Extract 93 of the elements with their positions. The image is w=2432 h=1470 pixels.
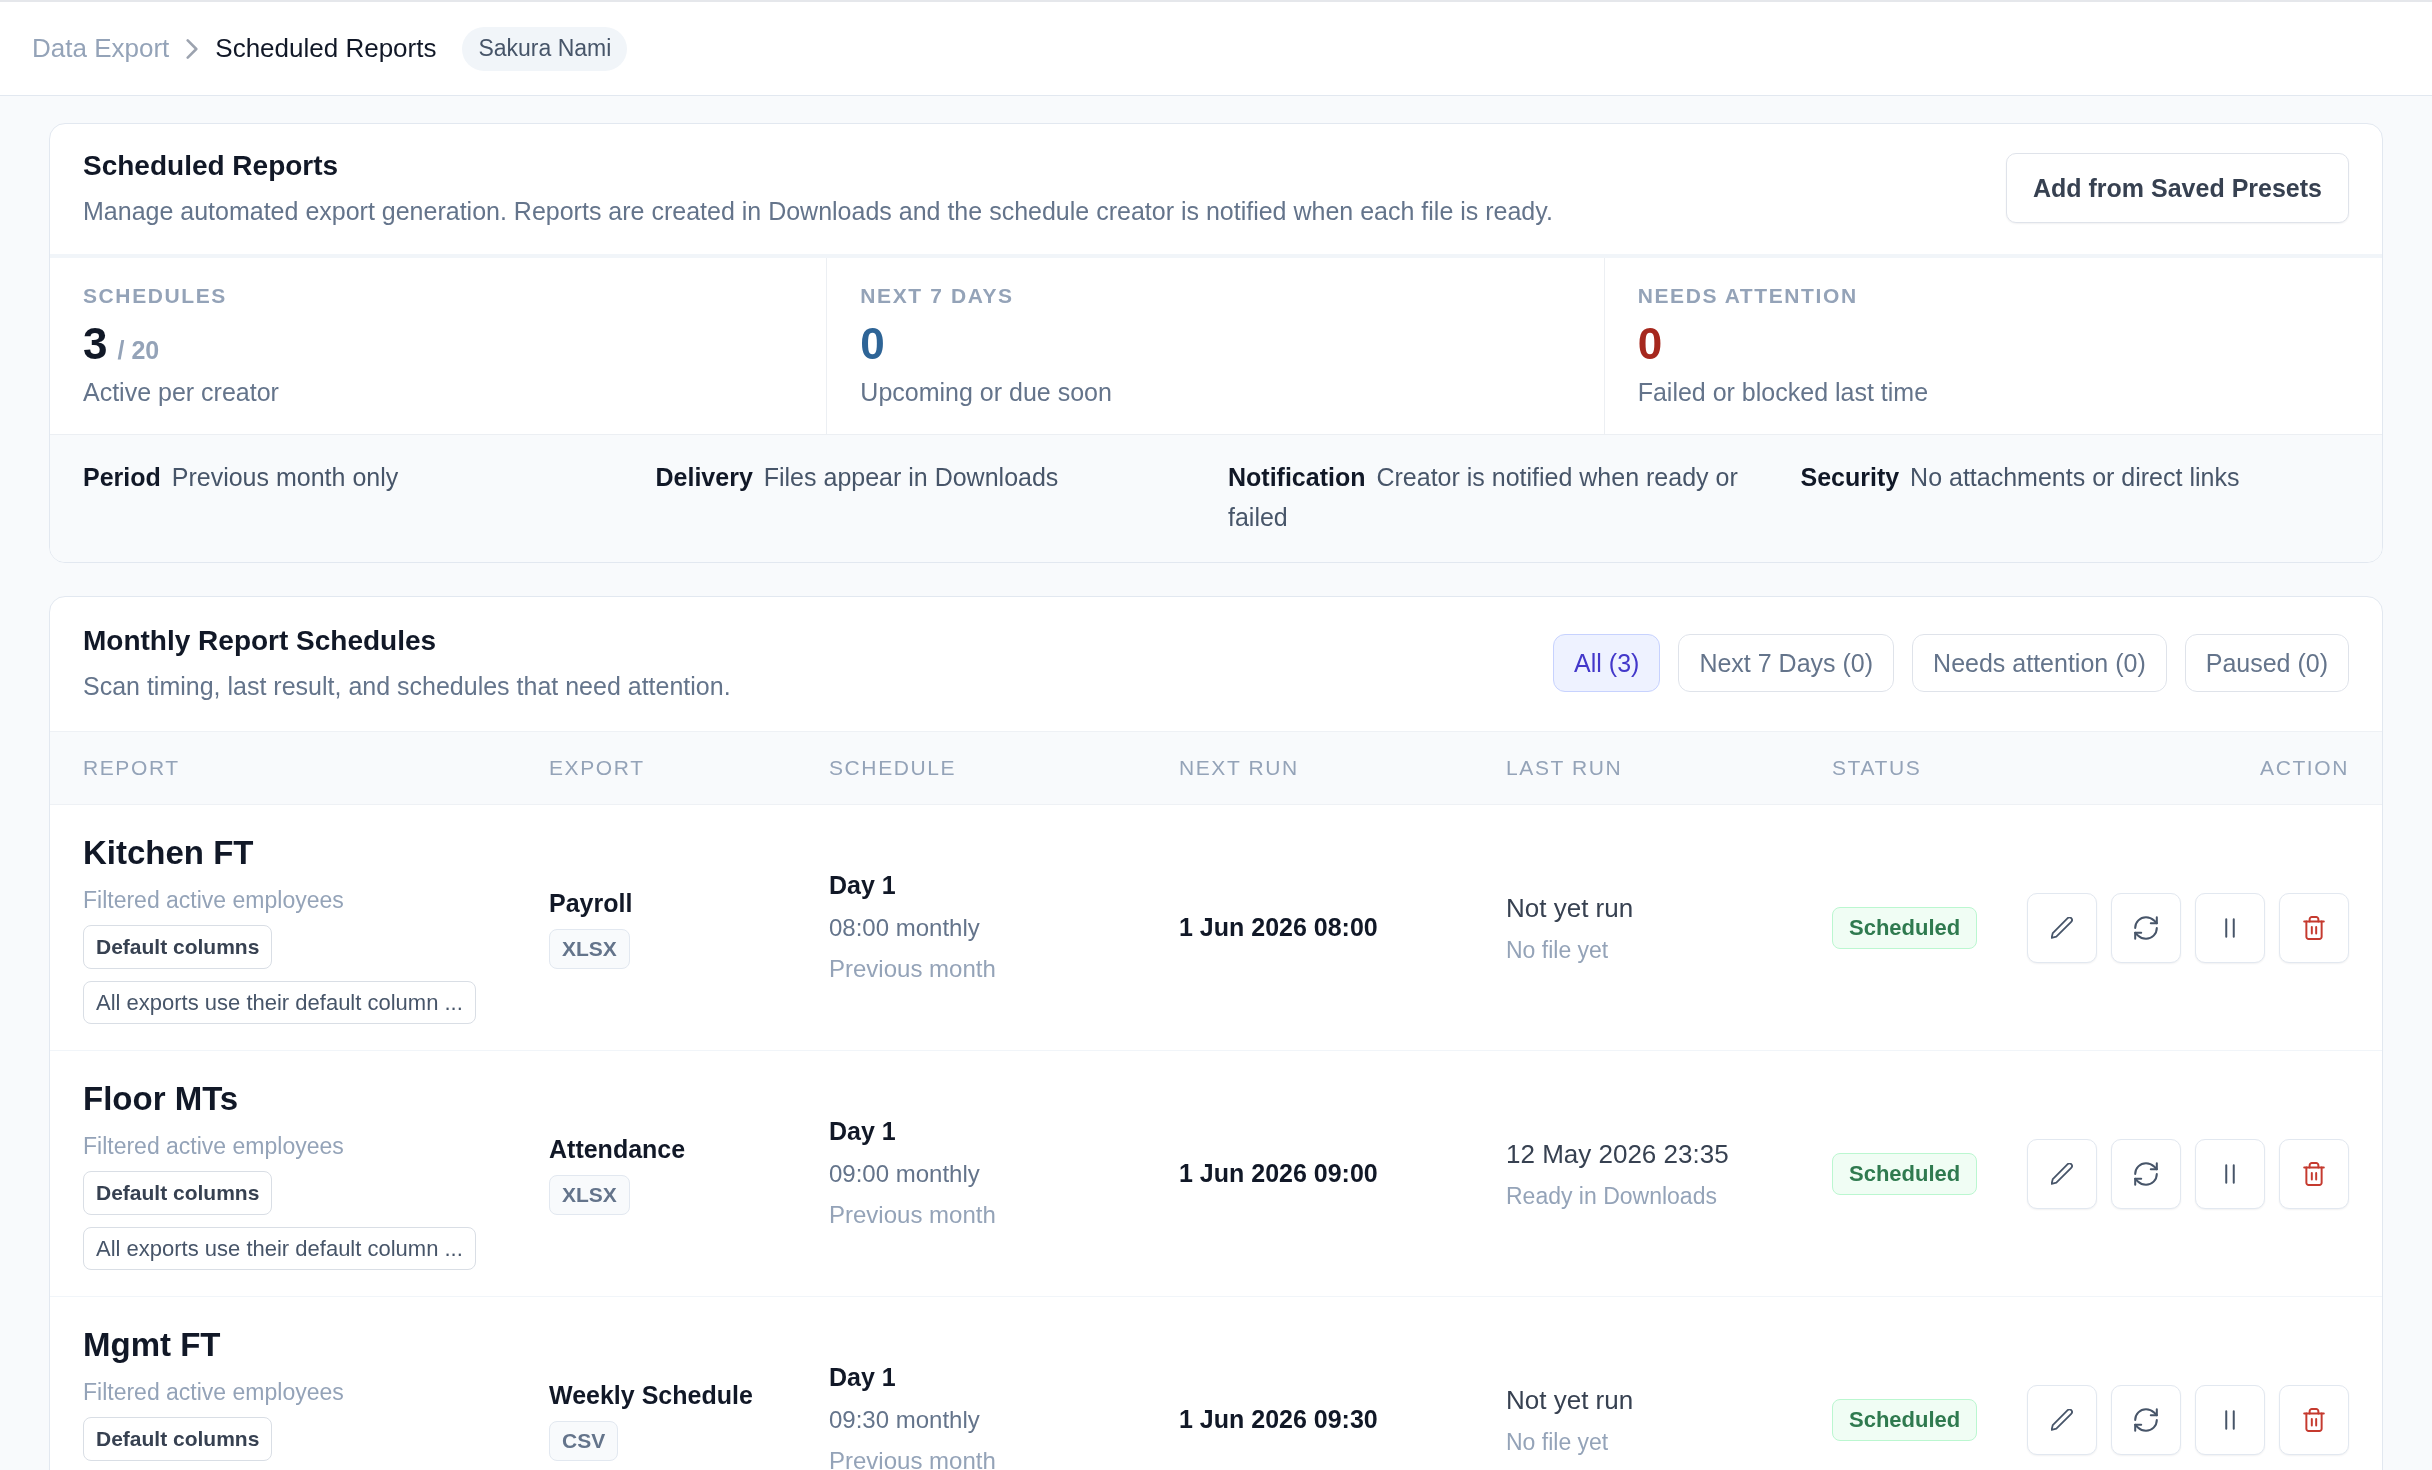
status-badge: Scheduled bbox=[1832, 1152, 1978, 1195]
policy-text: Period Previous month only bbox=[83, 462, 400, 493]
refresh-icon bbox=[2134, 915, 2158, 940]
columns-note: All exports use their default column ... bbox=[83, 981, 476, 1024]
trash-icon bbox=[2303, 1407, 2325, 1432]
last-result: No file yet bbox=[1506, 935, 1610, 965]
last-run: 12 May 2026 23:35 bbox=[1506, 1137, 1730, 1171]
pencil-icon bbox=[2051, 916, 2073, 939]
card-title: Scheduled Reports bbox=[83, 149, 340, 183]
pencil-icon bbox=[2051, 1162, 2073, 1185]
schedule-time: 09:30 monthly bbox=[829, 1405, 981, 1435]
format-tag: CSV bbox=[549, 1420, 619, 1461]
trash-icon bbox=[2303, 915, 2325, 940]
refresh-button[interactable] bbox=[2111, 892, 2181, 963]
refresh-button[interactable] bbox=[2111, 1384, 2181, 1455]
breadcrumb-current: Scheduled Reports bbox=[215, 33, 437, 64]
report-name: Mgmt FT bbox=[83, 1325, 221, 1365]
stat-value: 0 bbox=[1637, 318, 1663, 370]
delete-button[interactable] bbox=[2279, 892, 2349, 963]
schedule-day: Day 1 bbox=[829, 1115, 1179, 1147]
column-header: SCHEDULE bbox=[829, 756, 958, 780]
schedule-period: Previous month bbox=[829, 1446, 997, 1470]
pause-icon bbox=[2225, 1409, 2235, 1430]
next-run: 1 Jun 2026 08:00 bbox=[1179, 913, 1378, 942]
edit-button[interactable] bbox=[2027, 892, 2097, 963]
status-badge: Scheduled bbox=[1832, 1398, 1978, 1441]
delete-button[interactable] bbox=[2279, 1138, 2349, 1209]
pause-icon bbox=[2225, 917, 2235, 938]
stat-value: 3 bbox=[83, 318, 108, 370]
format-tag: XLSX bbox=[549, 1174, 630, 1215]
trash-icon bbox=[2303, 1161, 2325, 1186]
last-run: Not yet run bbox=[1506, 891, 1635, 925]
policy-text: Delivery Files appear in Downloads bbox=[655, 462, 1060, 493]
columns-tag: Default columns bbox=[83, 925, 273, 969]
columns-tag: Default columns bbox=[83, 1171, 273, 1215]
report-scope: Filtered active employees bbox=[83, 886, 344, 915]
filter-tab[interactable]: All (3) bbox=[1553, 634, 1661, 692]
format-tag: XLSX bbox=[549, 928, 630, 969]
export-name: Attendance bbox=[549, 1133, 686, 1165]
status-badge: Scheduled bbox=[1832, 906, 1978, 949]
stat-label: NEEDS ATTENTION bbox=[1637, 283, 1859, 309]
breadcrumb-link[interactable]: Data Export bbox=[32, 33, 170, 64]
pause-icon bbox=[2225, 1163, 2235, 1184]
chevron-right-icon bbox=[186, 38, 199, 59]
refresh-button[interactable] bbox=[2111, 1138, 2181, 1209]
stat-value: 0 bbox=[860, 318, 885, 370]
columns-tag: Default columns bbox=[83, 1417, 273, 1461]
filter-tab[interactable]: Paused (0) bbox=[2184, 634, 2349, 692]
next-run: 1 Jun 2026 09:30 bbox=[1179, 1405, 1378, 1434]
filter-tab[interactable]: Needs attention (0) bbox=[1912, 634, 2167, 692]
card-description: Scan timing, last result, and schedules that need attention. bbox=[83, 671, 731, 702]
column-header: ACTION bbox=[2259, 756, 2349, 780]
schedule-day: Day 1 bbox=[829, 869, 1179, 901]
schedule-period: Previous month bbox=[829, 1200, 997, 1230]
column-header: REPORT bbox=[83, 756, 181, 780]
report-name: Kitchen FT bbox=[83, 833, 254, 873]
add-presets-button[interactable]: Add from Saved Presets bbox=[2006, 153, 2349, 223]
report-scope: Filtered active employees bbox=[83, 1378, 344, 1407]
last-run: Not yet run bbox=[1506, 1383, 1635, 1417]
last-result: No file yet bbox=[1506, 1427, 1610, 1457]
stat-caption: Active per creator bbox=[83, 377, 280, 408]
columns-note: All exports use their default column ... bbox=[83, 1227, 476, 1270]
policy-text: Notification Creator is notified when ready or failed bbox=[1228, 462, 1739, 533]
refresh-icon bbox=[2134, 1407, 2158, 1432]
column-header: NEXT RUN bbox=[1179, 756, 1300, 780]
policy-text: Security No attachments or direct links bbox=[1800, 462, 2241, 493]
schedule-day: Day 1 bbox=[829, 1361, 1179, 1393]
report-name: Floor MTs bbox=[83, 1079, 239, 1119]
column-header: LAST RUN bbox=[1506, 756, 1624, 780]
export-name: Payroll bbox=[549, 887, 633, 919]
stat-total: / 20 bbox=[117, 336, 160, 365]
stat-label: NEXT 7 DAYS bbox=[860, 283, 1015, 309]
report-scope: Filtered active employees bbox=[83, 1132, 344, 1161]
card-title: Monthly Report Schedules bbox=[83, 624, 438, 658]
filter-tab[interactable]: Next 7 Days (0) bbox=[1678, 634, 1895, 692]
stat-caption: Upcoming or due soon bbox=[860, 377, 1113, 408]
export-name: Weekly Schedule bbox=[549, 1379, 753, 1411]
refresh-icon bbox=[2134, 1161, 2158, 1186]
last-result: Ready in Downloads bbox=[1506, 1181, 1718, 1211]
next-run: 1 Jun 2026 09:00 bbox=[1179, 1159, 1378, 1188]
schedule-time: 09:00 monthly bbox=[829, 1159, 981, 1189]
edit-button[interactable] bbox=[2027, 1384, 2097, 1455]
card-description: Manage automated export generation. Reports are created in Downloads and the schedule creator is notified when each file is ready. bbox=[83, 196, 1553, 227]
stat-label: SCHEDULES bbox=[83, 283, 228, 309]
stat-caption: Failed or blocked last time bbox=[1637, 377, 1930, 408]
schedule-period: Previous month bbox=[829, 954, 997, 984]
column-header: EXPORT bbox=[549, 756, 646, 780]
pencil-icon bbox=[2051, 1408, 2073, 1431]
edit-button[interactable] bbox=[2027, 1138, 2097, 1209]
user-chip: Sakura Nami bbox=[462, 26, 628, 71]
column-header: STATUS bbox=[1832, 756, 1923, 780]
schedule-time: 08:00 monthly bbox=[829, 913, 981, 943]
delete-button[interactable] bbox=[2279, 1384, 2349, 1455]
